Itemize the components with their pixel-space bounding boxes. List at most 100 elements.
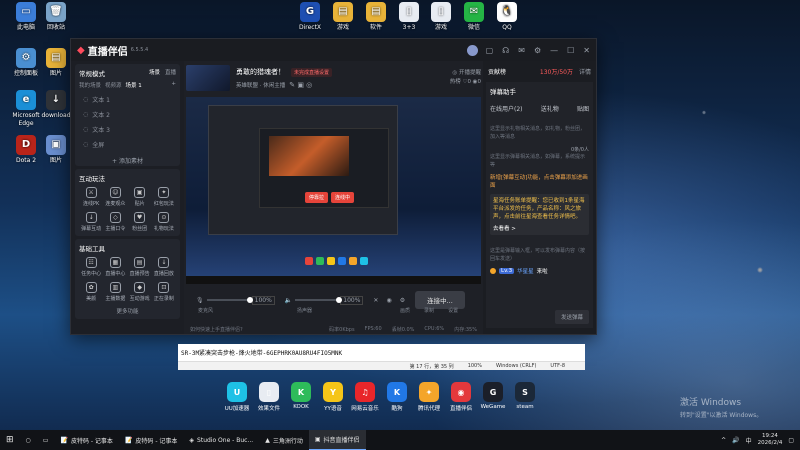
dock-app[interactable]: U UU加速器 bbox=[222, 382, 252, 412]
notepad-text[interactable]: SR-3M紧凑突击步枪-烽火地带-6GEPHRK0AU8RU4FIO5MNK bbox=[178, 344, 585, 361]
mic-slider[interactable] bbox=[206, 297, 253, 303]
speaker-icon[interactable]: 🔈 bbox=[285, 297, 292, 304]
scene-tab-1[interactable]: 场景 1 bbox=[126, 81, 142, 89]
tool-item[interactable]: ▦ 直播中心 bbox=[103, 257, 127, 277]
contribution-detail[interactable]: 详情 bbox=[579, 67, 591, 76]
dock-app[interactable]: ♫ 网易云音乐 bbox=[350, 382, 380, 412]
help-link[interactable]: 如何快速上手直播伴侣? bbox=[190, 326, 319, 333]
scene-item[interactable]: ◌ 全屏 bbox=[79, 137, 176, 152]
maximize-icon[interactable]: ☐ bbox=[567, 46, 574, 55]
volume-icon[interactable]: 🔊 bbox=[732, 437, 739, 444]
add-scene-icon[interactable]: + bbox=[171, 81, 176, 89]
gear-icon[interactable]: ⚙ bbox=[400, 297, 405, 304]
cover-thumbnail[interactable] bbox=[186, 65, 230, 91]
desktop-icon[interactable]: 🗑 回收站 bbox=[35, 2, 77, 32]
eye-icon[interactable]: ◌ bbox=[83, 126, 88, 133]
mode-tab-live[interactable]: 直播 bbox=[165, 68, 176, 78]
eye-icon[interactable]: ◌ bbox=[83, 141, 88, 148]
minimize-icon[interactable]: — bbox=[550, 46, 558, 55]
taskbar-item[interactable]: ▣ 抖音直播伴侣 bbox=[308, 430, 366, 450]
task-view-icon[interactable]: ▭ bbox=[43, 437, 49, 444]
tool-item[interactable]: ◇ 主播口令 bbox=[103, 212, 127, 232]
dock-app[interactable]: ✦ 腾讯代理 bbox=[414, 382, 444, 412]
record-icon[interactable]: ◉ bbox=[386, 297, 391, 304]
windows-icon[interactable]: ⊞ bbox=[6, 435, 14, 445]
tab-online-users[interactable]: 在线用户(2) bbox=[490, 104, 523, 113]
scene-tab-video[interactable]: 视频源 bbox=[105, 81, 122, 89]
mode-tab-scene[interactable]: 场景 bbox=[149, 68, 160, 78]
tool-item[interactable]: ✦ 红包玩法 bbox=[152, 187, 176, 207]
dock-app[interactable]: K KOOK bbox=[286, 382, 316, 410]
mail-icon[interactable]: ✉ bbox=[518, 46, 525, 55]
stream-reminder[interactable]: 开播提醒 bbox=[459, 70, 481, 76]
desktop-icon[interactable]: 🐧 QQ bbox=[486, 2, 528, 32]
mode-selector[interactable]: 常规模式 bbox=[79, 68, 105, 78]
notepad-window[interactable]: SR-3M紧凑突击步枪-烽火地带-6GEPHRK0AU8RU4FIO5MNK 第… bbox=[178, 344, 585, 370]
speaker-slider[interactable] bbox=[295, 297, 342, 303]
stream-category[interactable]: 英雄联盟 · 休闲主播 bbox=[236, 81, 285, 89]
share-icon[interactable]: ✎ ▣ ◎ bbox=[289, 81, 312, 89]
settings-button[interactable]: ⚙ bbox=[400, 297, 405, 304]
preview-canvas[interactable]: 停靠拉 连线中 bbox=[186, 97, 481, 284]
tool-item[interactable]: ↓ 弹幕互动 bbox=[79, 212, 103, 232]
tool-item[interactable]: ▤ 直播预告 bbox=[128, 257, 152, 277]
search-button[interactable]: ○ bbox=[20, 430, 37, 450]
start-button[interactable]: ⊞ bbox=[0, 430, 20, 450]
dock-app[interactable]: K 酷狗 bbox=[382, 382, 412, 412]
dock-app[interactable]: Ssteam bbox=[510, 382, 540, 410]
scene-item[interactable]: ◌ 文本 1 bbox=[79, 92, 176, 107]
view-task-button[interactable]: 去看看 > bbox=[493, 224, 586, 232]
stream-setup-tag[interactable]: 未完成直播设置 bbox=[291, 67, 333, 77]
tray-chevron-icon[interactable]: ^ bbox=[721, 437, 726, 444]
message-icon[interactable]: ▢ bbox=[486, 46, 494, 55]
user-name[interactable]: 华星星 bbox=[517, 267, 534, 275]
record-button[interactable]: ◉ bbox=[386, 297, 391, 304]
mic-icon[interactable]: 🎙 bbox=[196, 297, 204, 304]
taskbar-item[interactable]: 📝 皮特码 - 记事本 bbox=[54, 430, 118, 450]
search-icon[interactable]: ○ bbox=[26, 437, 31, 444]
taskbar-item[interactable]: 📝 皮特码 - 记事本 bbox=[119, 430, 183, 450]
tool-item[interactable]: ✿ 美颜 bbox=[79, 282, 103, 302]
reminder-icon[interactable]: ◎ bbox=[452, 70, 457, 76]
close-icon[interactable]: ✕ bbox=[583, 46, 590, 55]
tool-item[interactable]: ♥ 粉丝团 bbox=[128, 212, 152, 232]
feature-notice[interactable]: 新增[弹幕互动]功能，点击弹幕添加进画面 bbox=[490, 174, 589, 190]
tool-item[interactable]: ⚔ 连线PK bbox=[79, 187, 103, 207]
ime-indicator[interactable]: 中 bbox=[746, 436, 752, 445]
eye-icon[interactable]: ◌ bbox=[83, 96, 88, 103]
dock-app[interactable]: ▯ 效果文件 bbox=[254, 382, 284, 412]
tool-item[interactable]: ☷ 任务中心 bbox=[79, 257, 103, 277]
scene-item[interactable]: ◌ 文本 2 bbox=[79, 107, 176, 122]
taskbar-item[interactable]: ▲ 三角洲行动 bbox=[259, 430, 309, 450]
tool-item[interactable]: ⊡ 正在录制 bbox=[152, 282, 176, 302]
hot-rank[interactable]: 热榜 bbox=[450, 79, 461, 85]
headset-icon[interactable]: ☊ bbox=[502, 46, 509, 55]
send-danmu-button[interactable]: 发送弹幕 bbox=[554, 310, 589, 324]
task-view-button[interactable]: ▭ bbox=[37, 430, 55, 450]
tool-item[interactable]: ▥ 主播数据 bbox=[103, 282, 127, 302]
notification-icon[interactable]: ▢ bbox=[788, 437, 794, 444]
add-material-button[interactable]: + 添加素材 bbox=[79, 156, 176, 165]
tool-item[interactable]: ⊙ 礼物玩法 bbox=[152, 212, 176, 232]
quality-button[interactable]: ✕ bbox=[373, 297, 378, 304]
scene-item[interactable]: ◌ 文本 3 bbox=[79, 122, 176, 137]
danmu-input[interactable]: 这里是弹幕输入框，可以发布弹幕内容（按回车发送） bbox=[490, 247, 589, 263]
eye-icon[interactable]: ◌ bbox=[83, 111, 88, 118]
scene-tab-mine[interactable]: 我的场景 bbox=[79, 81, 101, 89]
settings-icon[interactable]: ⚙ bbox=[534, 46, 541, 55]
tool-item[interactable]: ↓ 直播回放 bbox=[152, 257, 176, 277]
tab-stickers[interactable]: 贴图 bbox=[577, 104, 589, 113]
live-companion-window[interactable]: ◆ 直播伴侣 6.5.5.4 ▢ ☊ ✉ ⚙ — ☐ ✕ 常规模式 场景 直播 … bbox=[70, 38, 597, 335]
dock-app[interactable]: Y YY语音 bbox=[318, 382, 348, 412]
stream-title[interactable]: 勇敢的猎魂者！ bbox=[236, 67, 285, 77]
tool-item[interactable]: ◆ 互动游戏 bbox=[128, 282, 152, 302]
dock-app[interactable]: G WeGame bbox=[478, 382, 508, 410]
dock-app[interactable]: ◉ 直播伴侣 bbox=[446, 382, 476, 412]
taskbar-item[interactable]: ◈ Studio One - Buc... bbox=[183, 430, 259, 450]
mic-control[interactable]: 🎙 100% bbox=[196, 295, 275, 305]
tool-item[interactable]: ▣ 贴片 bbox=[128, 187, 152, 207]
tab-gifts[interactable]: 送礼物 bbox=[541, 104, 559, 113]
more-features-button[interactable]: 更多功能 bbox=[79, 307, 176, 315]
quality-icon[interactable]: ✕ bbox=[373, 297, 378, 304]
tool-item[interactable]: ☺ 连麦观众 bbox=[103, 187, 127, 207]
